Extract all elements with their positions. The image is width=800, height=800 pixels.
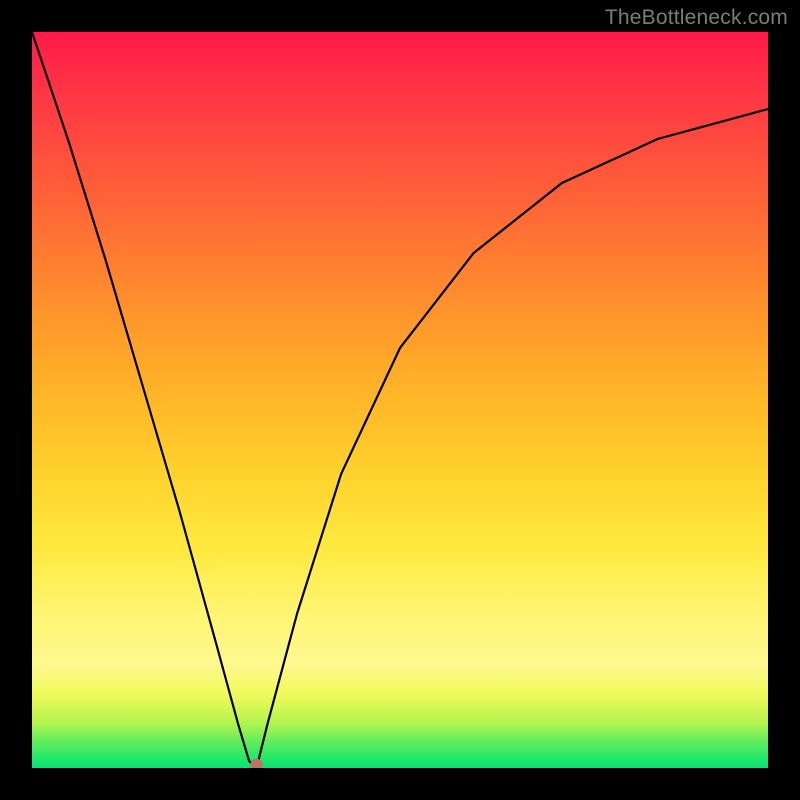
chart-frame: TheBottleneck.com bbox=[0, 0, 800, 800]
watermark-text: TheBottleneck.com bbox=[605, 6, 788, 30]
curve-layer bbox=[32, 32, 768, 768]
bottleneck-curve bbox=[32, 32, 768, 768]
optimal-point-marker bbox=[250, 759, 263, 768]
plot-area bbox=[32, 32, 768, 768]
